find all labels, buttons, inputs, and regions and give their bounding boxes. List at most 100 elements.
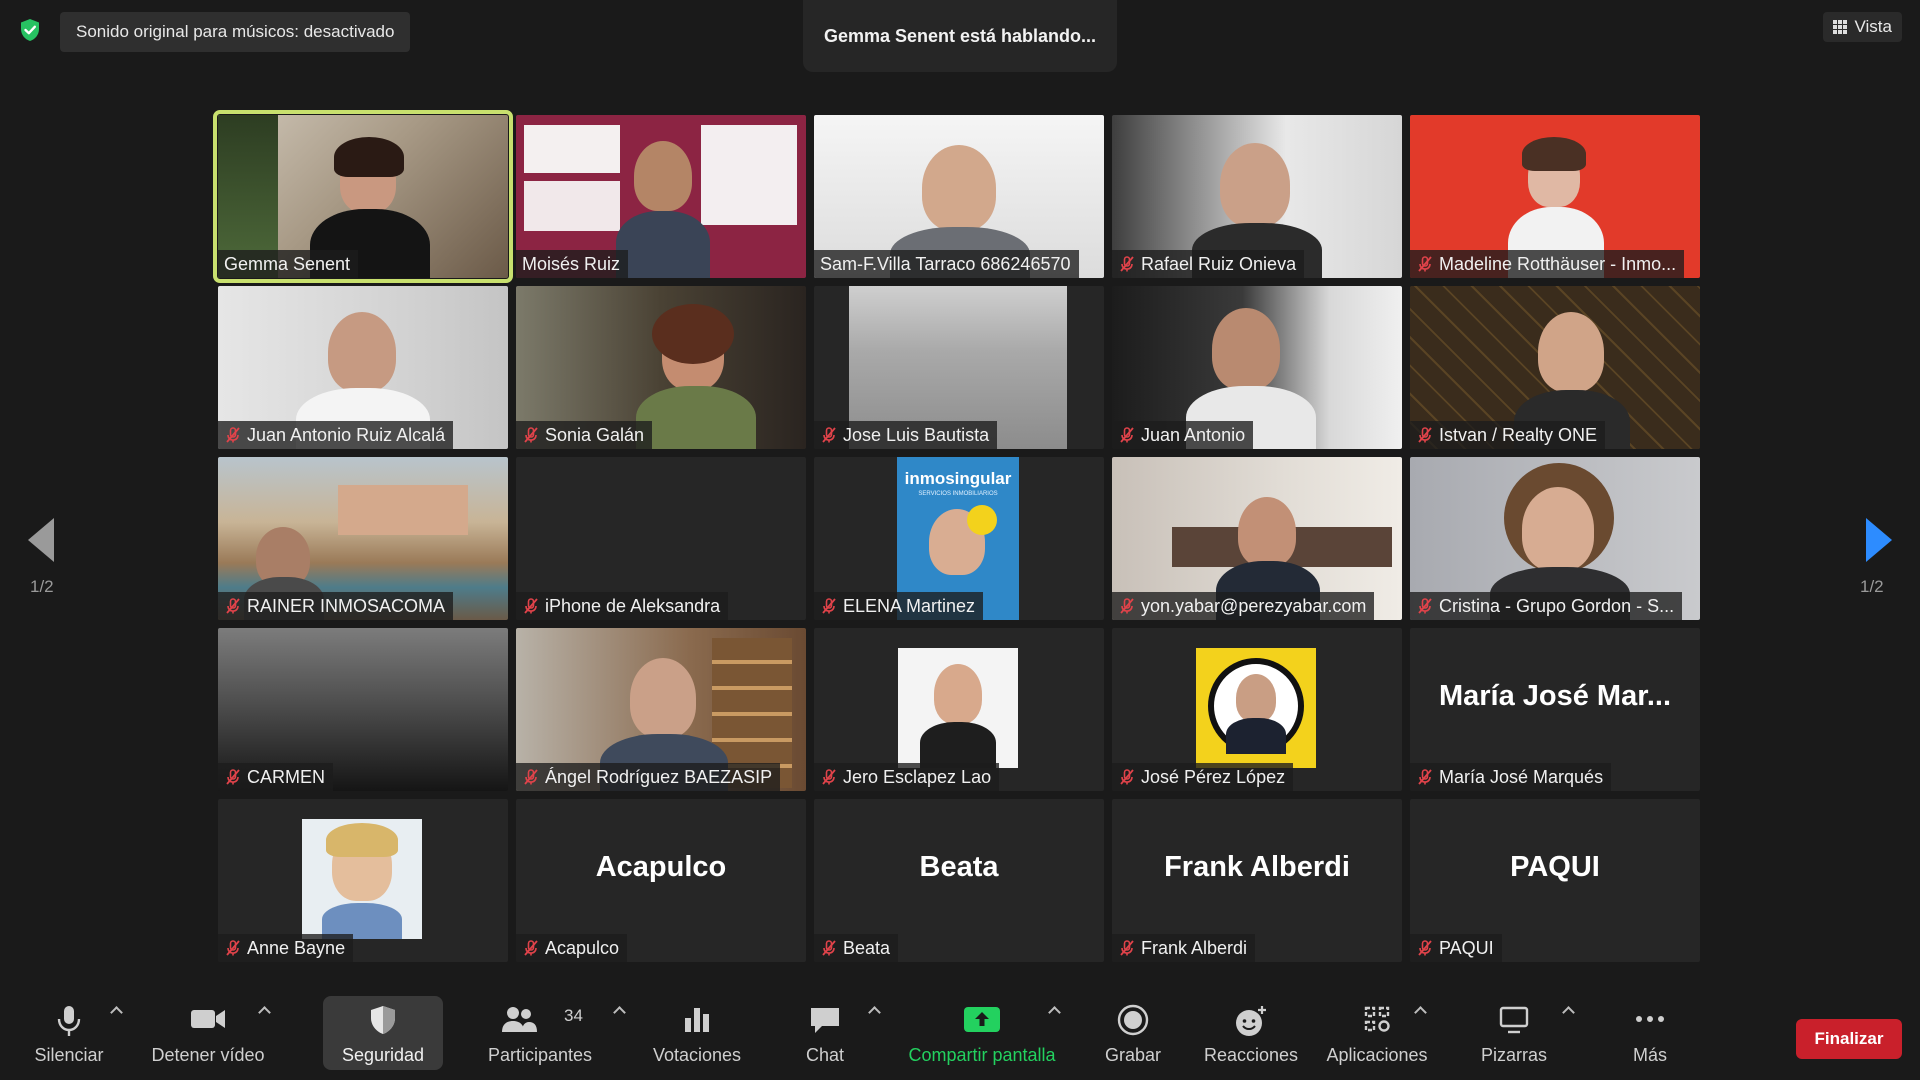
profile-photo [898,648,1018,768]
mute-button[interactable]: Silenciar [28,1000,110,1070]
end-meeting-button[interactable]: Finalizar [1796,1019,1902,1059]
gallery-grid-icon [1832,19,1848,35]
participant-name-tag: Gemma Senent [218,250,359,278]
video-tile[interactable]: Anne Bayne [218,799,508,962]
video-tile[interactable]: Rafael Ruiz Onieva [1112,115,1402,278]
yellow-circle [967,505,997,535]
page-indicator-right: 1/2 [1860,577,1884,596]
participant-name-tag: José Pérez López [1112,763,1294,791]
video-tile[interactable]: Jose Luis Bautista [814,286,1104,449]
muted-mic-icon [1120,769,1134,785]
video-tile[interactable]: Jero Esclapez Lao [814,628,1104,791]
audio-options-chevron-up-icon[interactable] [110,1006,123,1019]
video-tile[interactable]: PAQUI PAQUI [1410,799,1700,962]
video-tile[interactable]: Madeline Rotthäuser - Inmo... [1410,115,1700,278]
muted-mic-icon [226,940,240,956]
record-button[interactable]: Grabar [1098,1000,1168,1070]
video-tile[interactable]: José Pérez López [1112,628,1402,791]
muted-mic-icon [524,769,538,785]
stop-video-button[interactable]: Detener vídeo [146,1000,270,1070]
video-tile[interactable]: Gemma Senent [213,110,513,283]
muted-mic-icon [524,598,538,614]
reactions-button[interactable]: Reacciones [1202,1000,1300,1070]
security-button[interactable]: Seguridad [323,1000,443,1070]
muted-mic-icon [226,598,240,614]
participant-name-tag: CARMEN [218,763,334,791]
video-tile[interactable]: yon.yabar@perezyabar.com [1112,457,1402,620]
participant-name-tag: Frank Alberdi [1112,934,1256,962]
muted-mic-icon [1418,427,1432,443]
participant-name-tag: Madeline Rotthäuser - Inmo... [1410,250,1685,278]
whiteboards-options-chevron-up-icon[interactable] [1562,1006,1575,1019]
participant-face [1238,497,1296,567]
muted-mic-icon [1120,940,1134,956]
muted-mic-icon [1120,427,1134,443]
chat-bubble-icon [811,1008,839,1033]
video-tile[interactable]: Ángel Rodríguez BAEZASIP [516,628,806,791]
video-tile[interactable]: inmosingular SERVICIOS INMOBILIARIOS ELE… [814,457,1104,620]
profile-photo [1196,648,1316,768]
video-tile[interactable]: Frank Alberdi Frank Alberdi [1112,799,1402,962]
muted-mic-icon [822,940,836,956]
bar-chart-icon [685,1008,709,1032]
share-screen-button[interactable]: Compartir pantalla [902,1000,1062,1070]
participant-face [1522,487,1594,571]
chat-options-chevron-up-icon[interactable] [868,1006,881,1019]
participants-options-chevron-up-icon[interactable] [613,1006,626,1019]
muted-mic-icon [1418,598,1432,614]
slide-logo-panel [524,125,620,173]
muted-mic-icon [524,940,538,956]
video-tile[interactable]: CARMEN [218,628,508,791]
participant-body [636,386,756,449]
participants-button[interactable]: 34 Participantes [478,1000,602,1070]
record-icon [1117,1004,1149,1036]
view-button[interactable]: Vista [1822,12,1902,42]
encryption-shield-icon[interactable] [18,18,42,42]
participant-body [920,722,996,768]
video-tile[interactable]: Cristina - Grupo Gordon - S... [1410,457,1700,620]
video-tile[interactable]: Juan Antonio Ruiz Alcalá [218,286,508,449]
participant-face [1212,308,1280,390]
participant-name-tag: Rafael Ruiz Onieva [1112,250,1305,278]
active-speaker-banner: Gemma Senent está hablando... [803,0,1117,72]
video-tile[interactable]: Sam-F.Villa Tarraco 686246570 [814,115,1104,278]
video-tile[interactable]: Beata Beata [814,799,1104,962]
meeting-controls-toolbar: Silenciar Detener vídeo Seguridad 34 Par… [0,990,1920,1080]
whiteboards-button[interactable]: Pizarras [1476,1000,1552,1070]
video-tile[interactable]: Sonia Galán [516,286,806,449]
participant-name-tag: Acapulco [516,934,628,962]
muted-mic-icon [1120,256,1134,272]
more-button[interactable]: Más [1622,1000,1678,1070]
video-tile[interactable]: iPhone de Aleksandra [516,457,806,620]
polls-button[interactable]: Votaciones [648,1000,746,1070]
video-tile[interactable]: RAINER INMOSACOMA [218,457,508,620]
muted-mic-icon [1418,256,1432,272]
participant-name-tag: yon.yabar@perezyabar.com [1112,592,1375,620]
muted-mic-icon [226,769,240,785]
original-sound-notice[interactable]: Sonido original para músicos: desactivad… [60,12,411,52]
participant-hair [334,137,404,177]
slide-stats-panel [524,181,620,231]
participant-display-name: Acapulco [595,851,727,883]
share-screen-icon [964,1007,1000,1032]
video-tile[interactable]: Juan Antonio [1112,286,1402,449]
video-tile[interactable]: Istvan / Realty ONE [1410,286,1700,449]
photo-brand-text: inmosingular [904,469,1012,488]
muted-mic-icon [1418,940,1432,956]
participant-hair [1522,137,1586,171]
profile-photo [302,819,422,939]
participant-face [1538,312,1604,392]
previous-page-arrow-icon[interactable] [28,518,54,562]
chat-button[interactable]: Chat [790,1000,860,1070]
participant-name-tag: RAINER INMOSACOMA [218,592,454,620]
participant-display-name: María José Mar... [1438,680,1672,712]
participant-name-tag: Juan Antonio [1112,421,1254,449]
participant-name-tag: Ángel Rodríguez BAEZASIP [516,763,781,791]
participant-name-tag: ELENA Martinez [814,592,984,620]
video-tile[interactable]: María José Mar... María José Marqués [1410,628,1700,791]
next-page-arrow-icon[interactable] [1866,518,1892,562]
participant-name-tag: PAQUI [1410,934,1502,962]
video-tile[interactable]: Acapulco Acapulco [516,799,806,962]
video-tile[interactable]: Moisés Ruiz [516,115,806,278]
slide-chart-panel [701,125,797,225]
